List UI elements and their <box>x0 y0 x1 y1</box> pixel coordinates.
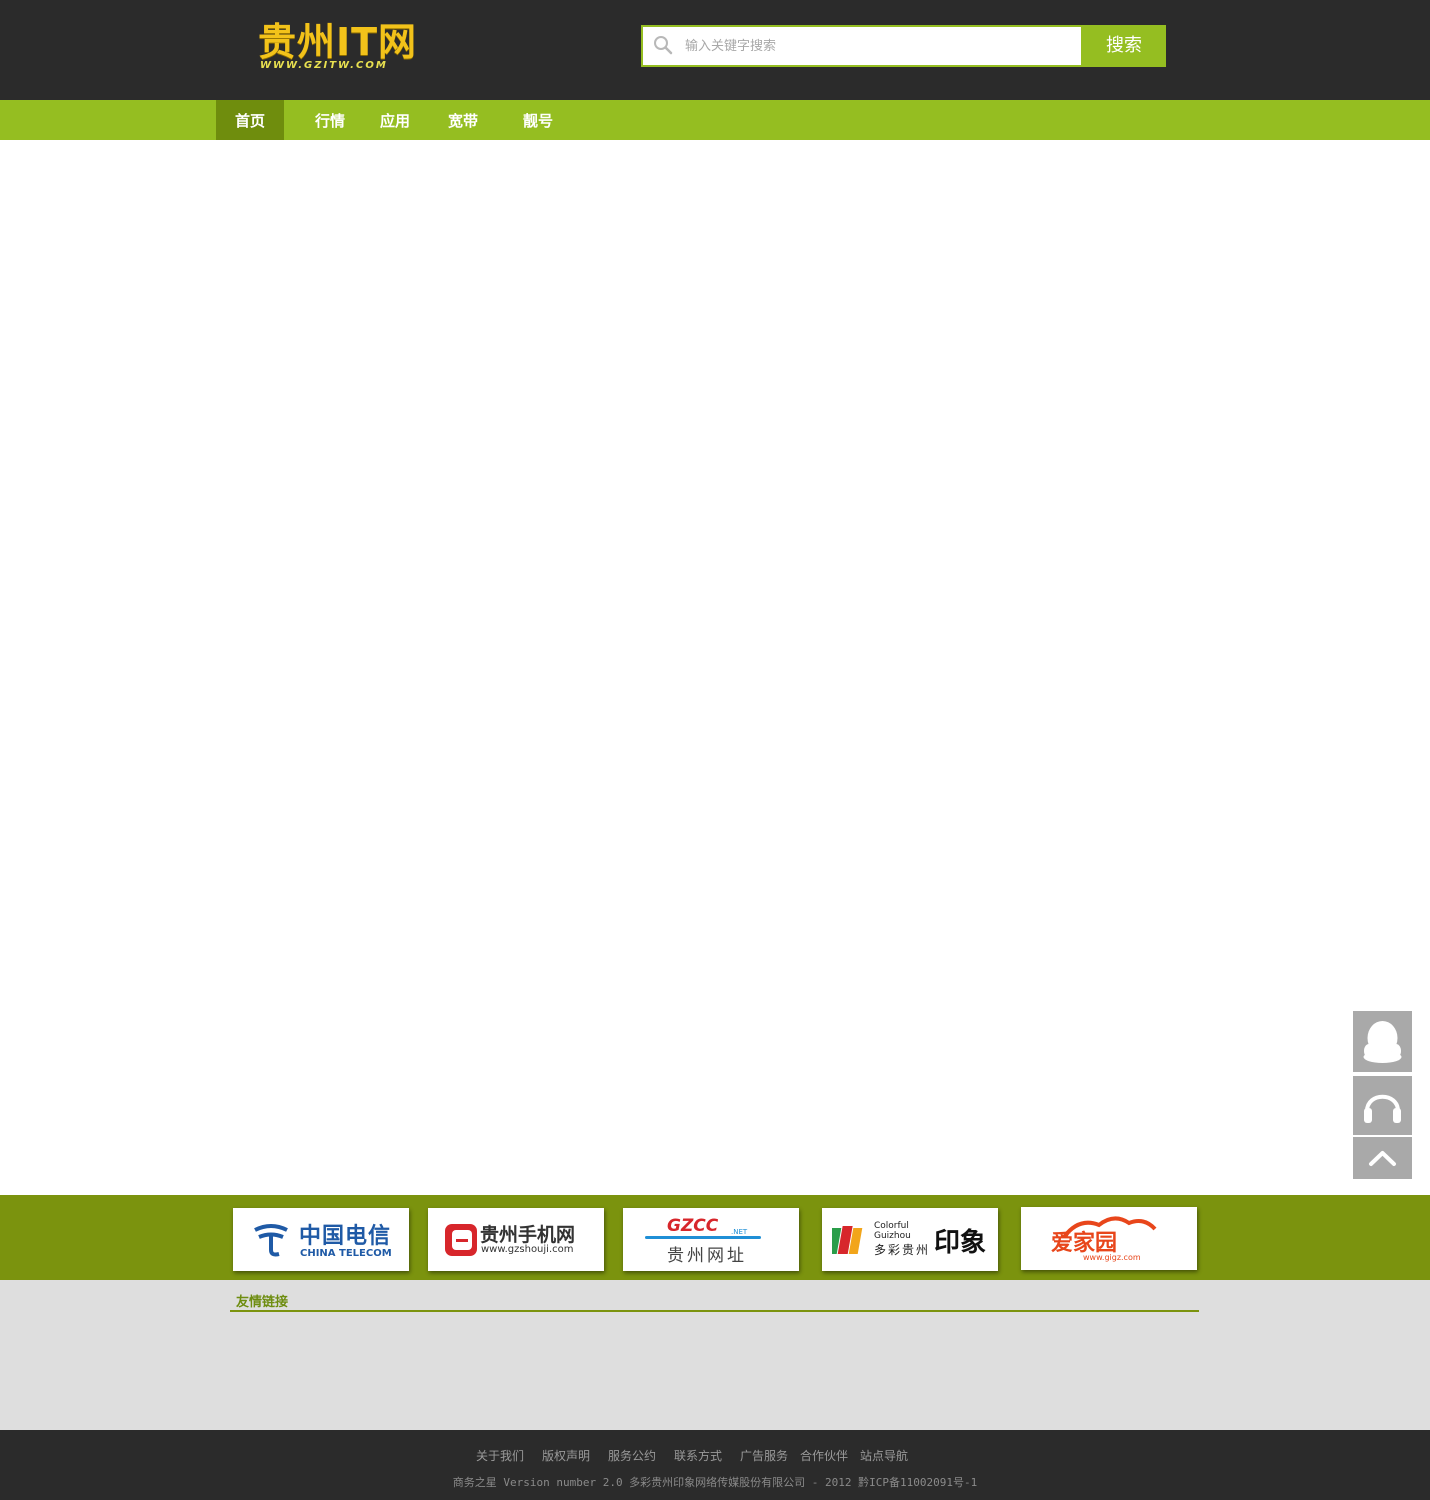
swoosh-decoration <box>645 1236 761 1239</box>
chevron-up-icon <box>1369 1151 1396 1166</box>
nav-item-home[interactable]: 首页 <box>216 100 284 140</box>
search-icon <box>654 36 673 55</box>
search-input[interactable] <box>685 27 1075 65</box>
partner-aijiayuan[interactable]: 爱家园 www.gigz.com <box>1021 1207 1197 1270</box>
footer-link-contact[interactable]: 联系方式 <box>674 1447 722 1464</box>
partner-name: 贵州网址 <box>667 1246 747 1266</box>
partner-name: 贵州手机网 <box>480 1224 576 1246</box>
footer-link-terms[interactable]: 服务公约 <box>608 1447 656 1464</box>
footer-link-sitemap[interactable]: 站点导航 <box>860 1447 908 1464</box>
qq-penguin-icon <box>1363 1021 1402 1063</box>
partner-subtitle: www.gzshouji.com <box>481 1244 574 1255</box>
nav-item-numbers[interactable]: 靓号 <box>508 100 568 140</box>
partner-china-telecom[interactable]: 中国电信 CHINA TELECOM <box>233 1208 409 1271</box>
partner-logos: 中国电信 CHINA TELECOM 贵州手机网 www.gzshouji.co… <box>0 1195 1430 1280</box>
china-telecom-logo-icon <box>254 1224 288 1257</box>
partner-badge: GZCC <box>667 1216 719 1236</box>
partner-gzshouji[interactable]: 贵州手机网 www.gzshouji.com <box>428 1208 604 1271</box>
nav-item-market[interactable]: 行情 <box>300 100 360 140</box>
nav-item-broadband[interactable]: 宽带 <box>433 100 493 140</box>
footer-link-partners[interactable]: 合作伙伴 <box>800 1447 848 1464</box>
partner-subtitle: Colorful Guizhou <box>874 1221 911 1241</box>
site-footer: 关于我们 版权声明 服务公约 联系方式 广告服务 合作伙伴 站点导航 商务之星 … <box>0 1430 1430 1500</box>
friend-links-section: 友情链接 <box>0 1280 1430 1430</box>
colorful-guizhou-logo-icon <box>832 1226 863 1254</box>
partner-brand: 印象 <box>934 1228 987 1258</box>
site-header: 贵州IT网 WWW.GZITW.COM 搜索 <box>0 0 1430 100</box>
qq-float-button[interactable] <box>1353 1011 1412 1072</box>
nav-item-apps[interactable]: 应用 <box>365 100 425 140</box>
search-box <box>643 27 1081 65</box>
partner-subtitle: .NET <box>731 1228 748 1236</box>
site-logo[interactable]: 贵州IT网 WWW.GZITW.COM <box>258 22 430 72</box>
footer-link-about[interactable]: 关于我们 <box>476 1447 524 1464</box>
friend-links-title: 友情链接 <box>236 1295 289 1310</box>
partner-colorful-guizhou[interactable]: Colorful Guizhou 多彩贵州 印象 <box>822 1208 998 1271</box>
support-float-button[interactable] <box>1353 1076 1412 1135</box>
copyright-text: 商务之星 Version number 2.0 多彩贵州印象网络传媒股份有限公司… <box>452 1476 978 1489</box>
partner-subtitle: CHINA TELECOM <box>300 1248 392 1259</box>
footer-link-copyright[interactable]: 版权声明 <box>542 1447 590 1464</box>
phone-logo-icon <box>445 1224 477 1256</box>
partner-subtitle: www.gigz.com <box>1083 1253 1141 1262</box>
partner-gzcc[interactable]: GZCC .NET 贵州网址 <box>623 1208 799 1271</box>
main-nav: 首页 行情 应用 宽带 靓号 <box>0 100 1430 140</box>
friend-links-divider <box>230 1310 1199 1312</box>
back-to-top-button[interactable] <box>1353 1137 1412 1179</box>
logo-text: 贵州IT网 <box>258 20 418 64</box>
footer-link-ads[interactable]: 广告服务 <box>740 1447 788 1464</box>
logo-url: WWW.GZITW.COM <box>260 60 388 71</box>
search-bar: 搜索 <box>641 25 1166 67</box>
search-button[interactable]: 搜索 <box>1082 25 1166 67</box>
partner-name: 多彩贵州 <box>874 1243 931 1257</box>
headset-icon <box>1364 1094 1401 1123</box>
partner-name: 中国电信 <box>299 1224 392 1249</box>
